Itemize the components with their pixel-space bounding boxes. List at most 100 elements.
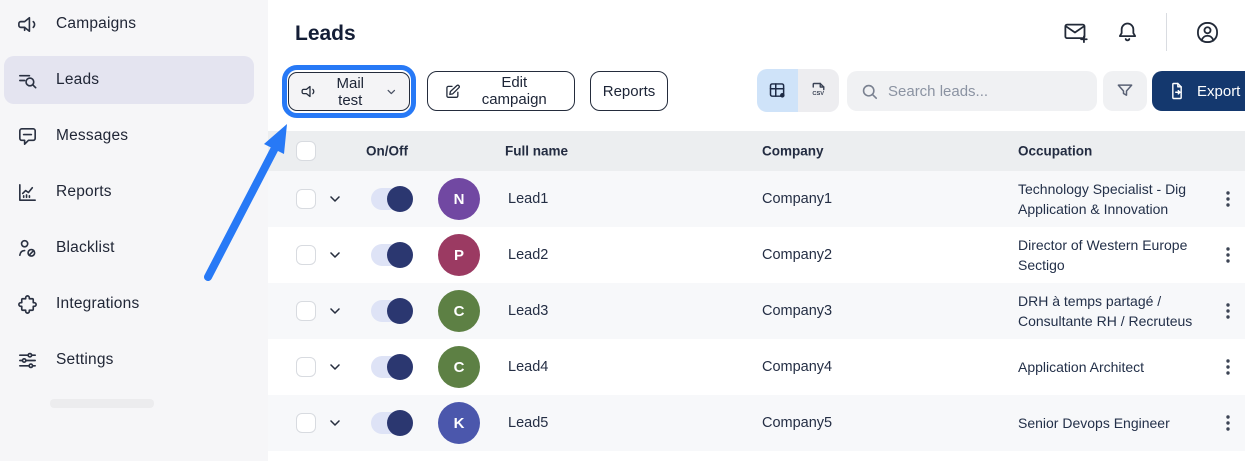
- sidebar-item-label: Blacklist: [56, 239, 115, 256]
- table-row: N Lead1 Company1 Technology Specialist -…: [268, 171, 1245, 227]
- sidebar-item-messages[interactable]: Messages: [4, 112, 254, 160]
- occupation-line: Sectigo: [1018, 257, 1065, 273]
- sidebar-item-label: Reports: [56, 183, 112, 200]
- lead-name: Lead2: [508, 247, 549, 263]
- kebab-menu-icon: [1226, 247, 1230, 263]
- svg-text:CSV: CSV: [812, 91, 824, 97]
- view-toggle: CSV: [757, 69, 839, 112]
- table-row: K Lead5 Company5 Senior Devops Engineer: [268, 395, 1245, 451]
- sidebar-item-settings[interactable]: Settings: [4, 336, 254, 384]
- select-all-checkbox[interactable]: [296, 141, 316, 161]
- leads-search-icon: [19, 74, 37, 89]
- chevron-down-icon: [387, 89, 396, 94]
- row-checkbox[interactable]: [296, 301, 316, 321]
- profile-icon[interactable]: [1194, 19, 1221, 46]
- sidebar-item-leads[interactable]: Leads: [4, 56, 254, 104]
- csv-file-icon: CSV: [812, 82, 825, 97]
- sidebar-item-label: Campaigns: [56, 15, 137, 32]
- lead-name: Lead5: [508, 415, 549, 431]
- sidebar-item-reports[interactable]: Reports: [4, 168, 254, 216]
- lead-on-off-toggle[interactable]: [371, 354, 413, 380]
- campaign-selector-button[interactable]: Mail test: [288, 72, 410, 111]
- sliders-icon: [19, 352, 36, 368]
- edit-icon: [446, 84, 460, 98]
- reports-button[interactable]: Reports: [590, 71, 668, 111]
- puzzle-icon: [18, 294, 37, 314]
- avatar: C: [438, 346, 480, 388]
- message-icon: [19, 127, 36, 145]
- search-input[interactable]: [888, 82, 1068, 100]
- avatar: C: [438, 290, 480, 332]
- megaphone-icon: [301, 85, 315, 98]
- edit-campaign-button[interactable]: Edit campaign: [427, 71, 575, 111]
- toggle-knob: [387, 298, 413, 324]
- lead-name: Lead3: [508, 303, 549, 319]
- campaign-selector-label: Mail test: [336, 74, 365, 109]
- edit-campaign-label: Edit campaign: [481, 74, 547, 108]
- occupation-line: Senior Devops Engineer: [1018, 415, 1170, 431]
- topbar-divider: [1166, 13, 1167, 51]
- bar-chart-icon: [19, 183, 36, 201]
- lead-on-off-toggle[interactable]: [371, 410, 413, 436]
- kebab-menu-icon: [1226, 191, 1230, 207]
- sidebar-item-blacklist[interactable]: Blacklist: [4, 224, 254, 272]
- sidebar-item-label: Leads: [56, 71, 100, 88]
- column-header-on-off: On/Off: [366, 143, 408, 159]
- occupation-line: Application & Innovation: [1018, 201, 1169, 217]
- lead-name: Lead4: [508, 359, 549, 375]
- table-row: C Lead3 Company3 DRH à temps partagé / C…: [268, 283, 1245, 339]
- lead-company: Company2: [762, 247, 833, 263]
- toggle-knob: [387, 186, 413, 212]
- sidebar-item-label: Settings: [56, 351, 114, 368]
- lead-on-off-toggle[interactable]: [371, 242, 413, 268]
- row-menu-button[interactable]: [1216, 409, 1240, 437]
- annotation-highlight: Mail test: [282, 65, 416, 118]
- avatar: N: [438, 178, 480, 220]
- row-menu-button[interactable]: [1216, 185, 1240, 213]
- csv-view-button[interactable]: CSV: [798, 69, 839, 112]
- sidebar-item-integrations[interactable]: Integrations: [4, 280, 254, 328]
- kebab-menu-icon: [1226, 359, 1230, 375]
- lead-company: Company5: [762, 415, 833, 431]
- column-header-occupation: Occupation: [1018, 143, 1093, 159]
- megaphone-icon: [18, 16, 36, 32]
- sidebar: Campaigns Leads Messages Reports Blackli…: [0, 0, 268, 461]
- sidebar-item-campaigns[interactable]: Campaigns: [4, 0, 254, 48]
- lead-company: Company1: [762, 191, 833, 207]
- row-expand-chevron-icon[interactable]: [327, 247, 343, 263]
- lead-on-off-toggle[interactable]: [371, 186, 413, 212]
- row-expand-chevron-icon[interactable]: [327, 191, 343, 207]
- avatar-initial: N: [453, 190, 465, 208]
- row-checkbox[interactable]: [296, 245, 316, 265]
- export-data-button[interactable]: Export data: [1152, 71, 1245, 111]
- row-menu-button[interactable]: [1216, 353, 1240, 381]
- lead-on-off-toggle[interactable]: [371, 298, 413, 324]
- table-view-button[interactable]: [757, 69, 798, 112]
- search-box: [847, 71, 1097, 111]
- export-file-icon: [1172, 82, 1182, 100]
- row-expand-chevron-icon[interactable]: [327, 359, 343, 375]
- lead-company: Company3: [762, 303, 833, 319]
- bell-icon[interactable]: [1114, 19, 1141, 46]
- filter-button[interactable]: [1103, 71, 1147, 111]
- lead-name: Lead1: [508, 191, 549, 207]
- row-checkbox[interactable]: [296, 357, 316, 377]
- column-header-full-name: Full name: [505, 143, 569, 159]
- toggle-knob: [387, 410, 413, 436]
- avatar-initial: C: [453, 302, 465, 320]
- row-menu-button[interactable]: [1216, 241, 1240, 269]
- table-row: C Lead4 Company4 Application Architect: [268, 339, 1245, 395]
- row-checkbox[interactable]: [296, 413, 316, 433]
- table-header: On/Off Full name Company Occupation: [268, 131, 1245, 171]
- sidebar-item-label: Integrations: [56, 295, 140, 312]
- avatar: K: [438, 402, 480, 444]
- avatar: P: [438, 234, 480, 276]
- row-checkbox[interactable]: [296, 189, 316, 209]
- sidebar-item-label: Messages: [56, 127, 129, 144]
- lead-occupation: Senior Devops Engineer: [1018, 413, 1208, 433]
- toggle-knob: [387, 242, 413, 268]
- row-expand-chevron-icon[interactable]: [327, 303, 343, 319]
- mail-plus-icon[interactable]: [1062, 19, 1089, 46]
- row-menu-button[interactable]: [1216, 297, 1240, 325]
- row-expand-chevron-icon[interactable]: [327, 415, 343, 431]
